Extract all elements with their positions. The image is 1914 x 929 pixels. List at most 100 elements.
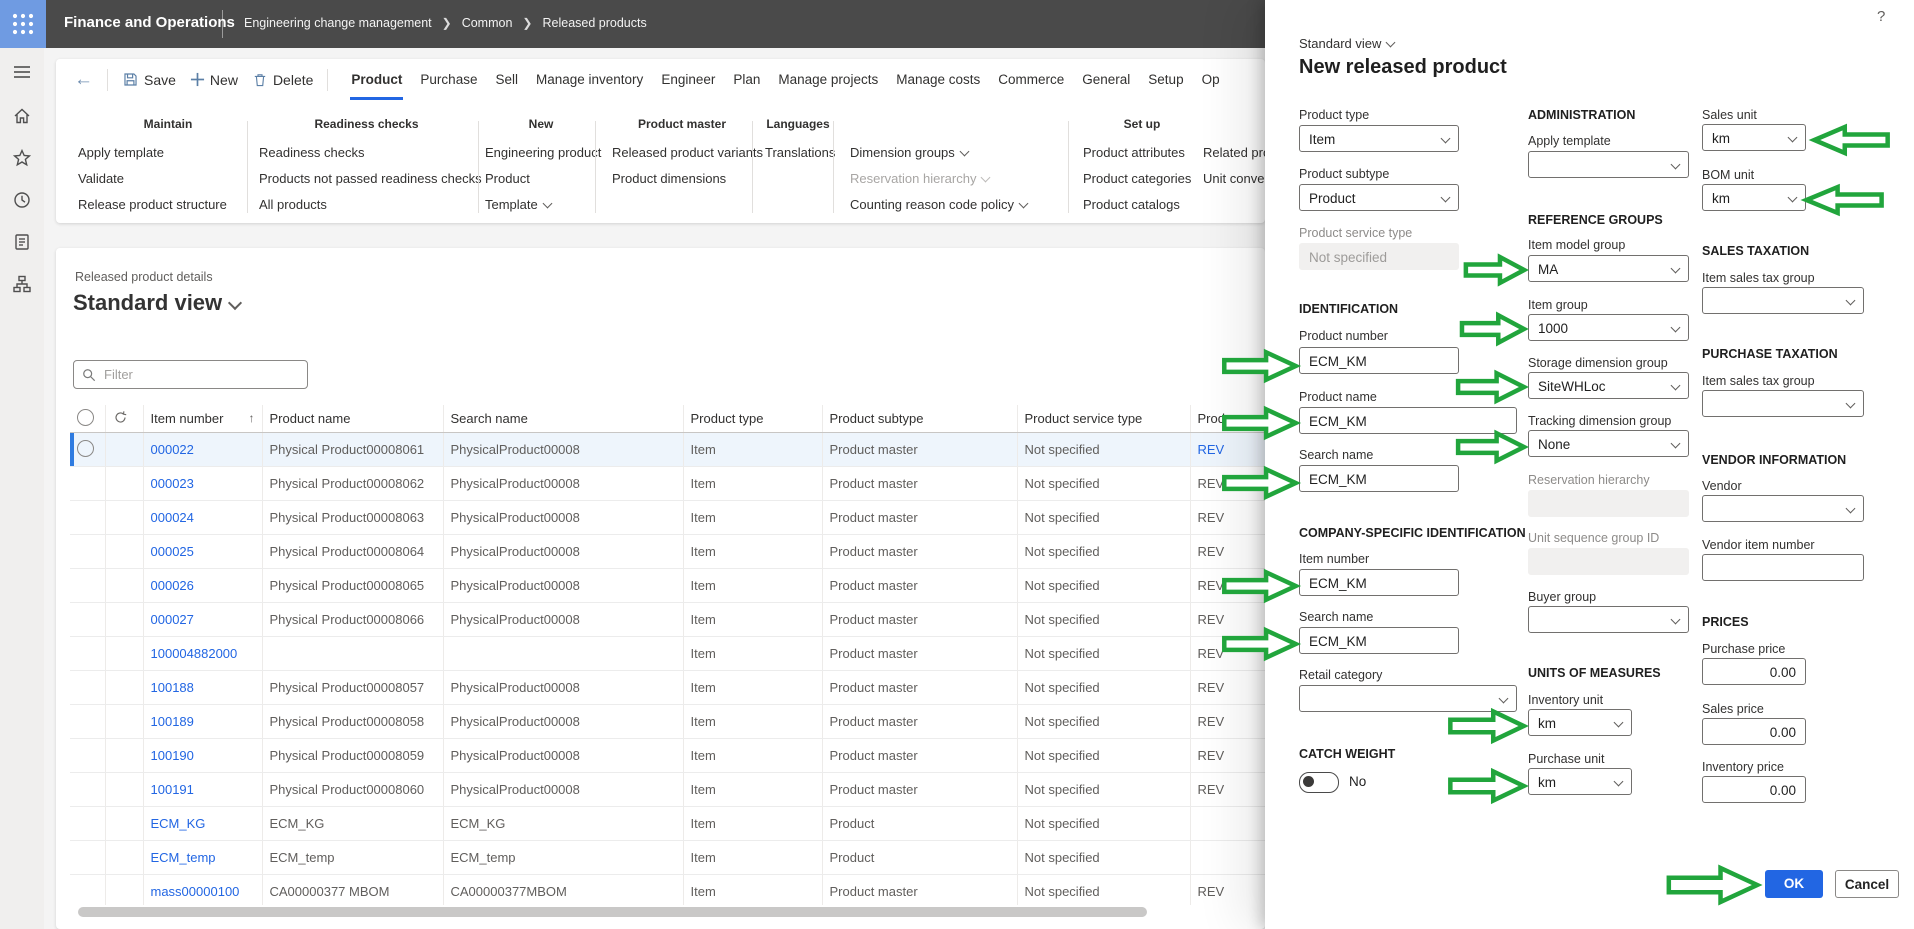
filter-input[interactable] <box>102 366 266 383</box>
new-button[interactable]: New <box>190 72 238 88</box>
row-selector-cell[interactable] <box>70 739 105 773</box>
refresh-cell[interactable] <box>105 405 143 433</box>
table-row[interactable]: 000022 Physical Product00008061 Physical… <box>70 433 1265 467</box>
purchase-price-input[interactable]: 0.00 <box>1702 658 1806 685</box>
column-header-search-name[interactable]: Search name <box>443 405 683 433</box>
worklist-icon[interactable] <box>12 232 32 252</box>
delete-button[interactable]: Delete <box>252 72 313 88</box>
item-number-link[interactable]: 100190 <box>143 739 262 773</box>
sales-price-input[interactable]: 0.00 <box>1702 718 1806 745</box>
ribbon-item-validate[interactable]: Validate <box>78 166 258 192</box>
action-pane-tab[interactable]: Manage inventory <box>527 59 652 100</box>
row-selector-cell[interactable] <box>70 501 105 535</box>
row-selector-cell[interactable] <box>70 535 105 569</box>
dialog-view-selector[interactable]: Standard view <box>1299 36 1394 51</box>
action-pane-tab[interactable]: Sell <box>486 59 527 100</box>
ribbon-item-readiness-checks[interactable]: Readiness checks <box>259 140 474 166</box>
item-number-link[interactable]: mass00000100 <box>143 875 262 906</box>
row-selector-cell[interactable] <box>70 807 105 841</box>
row-selector-cell[interactable] <box>70 705 105 739</box>
sales-unit-combo[interactable]: km <box>1702 124 1806 151</box>
ribbon-item-apply-template[interactable]: Apply template <box>78 140 258 166</box>
action-pane-tab[interactable]: Plan <box>724 59 769 100</box>
column-header-product-subtype[interactable]: Product subtype <box>822 405 1017 433</box>
hamburger-menu-icon[interactable] <box>12 62 32 82</box>
action-pane-tab[interactable]: Op <box>1193 59 1229 100</box>
ribbon-item-dimension-groups[interactable]: Dimension groups <box>850 140 1058 166</box>
row-selector-cell[interactable] <box>70 875 105 906</box>
product-type-combo[interactable]: Item <box>1299 125 1459 152</box>
hierarchy-icon[interactable] <box>12 274 32 294</box>
product-number-input[interactable]: ECM_KM <box>1299 347 1459 374</box>
row-selector-cell[interactable] <box>70 841 105 875</box>
vendor-item-number-input[interactable] <box>1702 554 1864 581</box>
item-number-link[interactable]: 000024 <box>143 501 262 535</box>
breadcrumb-module[interactable]: Engineering change management <box>244 16 432 30</box>
help-icon[interactable]: ? <box>1877 8 1885 25</box>
ribbon-item-product-catalogs[interactable]: Product catalogs <box>1083 192 1201 218</box>
ok-button[interactable]: OK <box>1765 870 1823 898</box>
item-number-input[interactable]: ECM_KM <box>1299 569 1459 596</box>
table-row[interactable]: 100191 Physical Product00008060 Physical… <box>70 773 1265 807</box>
column-header-product-name[interactable]: Product name <box>262 405 443 433</box>
item-number-link[interactable]: 100188 <box>143 671 262 705</box>
select-all-radio[interactable] <box>77 409 94 426</box>
company-search-name-input[interactable]: ECM_KM <box>1299 627 1459 654</box>
item-number-link[interactable]: ECM_temp <box>143 841 262 875</box>
item-number-link[interactable]: 000026 <box>143 569 262 603</box>
storage-dimension-group-combo[interactable]: SiteWHLoc <box>1528 372 1689 399</box>
view-selector[interactable]: Standard view <box>73 290 240 316</box>
ribbon-item-engineering-product[interactable]: Engineering product <box>485 140 597 166</box>
tracking-dimension-group-combo[interactable]: None <box>1528 430 1689 457</box>
table-row[interactable]: 100189 Physical Product00008058 Physical… <box>70 705 1265 739</box>
row-selector-cell[interactable] <box>70 637 105 671</box>
table-row[interactable]: 000023 Physical Product00008062 Physical… <box>70 467 1265 501</box>
column-header-product-service-type[interactable]: Product service type <box>1017 405 1190 433</box>
buyer-group-combo[interactable] <box>1528 606 1689 633</box>
product-subtype-combo[interactable]: Product <box>1299 184 1459 211</box>
table-row[interactable]: 000026 Physical Product00008065 Physical… <box>70 569 1265 603</box>
item-number-link[interactable]: 000025 <box>143 535 262 569</box>
row-selector-cell[interactable] <box>70 671 105 705</box>
action-pane-tab[interactable]: Manage costs <box>887 59 989 100</box>
ribbon-item-product-categories[interactable]: Product categories <box>1083 166 1201 192</box>
ribbon-item-product-dimensions[interactable]: Product dimensions <box>612 166 752 192</box>
purchase-item-sales-tax-group-combo[interactable] <box>1702 390 1864 417</box>
ribbon-item-translations[interactable]: Translations <box>765 140 831 166</box>
ribbon-item-product[interactable]: Product <box>485 166 597 192</box>
table-row[interactable]: 100004882000 Item Product master Not spe… <box>70 637 1265 671</box>
search-name-input[interactable]: ECM_KM <box>1299 465 1459 492</box>
action-pane-tab[interactable]: Engineer <box>652 59 724 100</box>
item-model-group-combo[interactable]: MA <box>1528 255 1689 282</box>
row-selector-cell[interactable] <box>70 603 105 637</box>
action-pane-tab[interactable]: Product <box>342 59 411 100</box>
table-row[interactable]: ECM_temp ECM_temp ECM_temp Item Product … <box>70 841 1265 875</box>
row-selector-cell[interactable] <box>70 467 105 501</box>
action-pane-tab[interactable]: Commerce <box>989 59 1073 100</box>
item-number-link[interactable]: 100189 <box>143 705 262 739</box>
action-pane-tab[interactable]: Purchase <box>411 59 486 100</box>
item-number-link[interactable]: ECM_KG <box>143 807 262 841</box>
table-row[interactable]: mass00000100 CA00000377 MBOM CA00000377M… <box>70 875 1265 906</box>
table-row[interactable]: 000025 Physical Product00008064 Physical… <box>70 535 1265 569</box>
home-icon[interactable] <box>12 106 32 126</box>
apply-template-combo[interactable] <box>1528 151 1689 178</box>
item-number-link[interactable]: 100191 <box>143 773 262 807</box>
item-number-link[interactable]: 000027 <box>143 603 262 637</box>
breadcrumb-area[interactable]: Common <box>462 16 513 30</box>
bom-unit-combo[interactable]: km <box>1702 184 1806 211</box>
row-radio[interactable] <box>77 440 94 457</box>
purchase-unit-combo[interactable]: km <box>1528 768 1632 795</box>
inventory-price-input[interactable]: 0.00 <box>1702 776 1806 803</box>
table-row[interactable]: 100190 Physical Product00008059 Physical… <box>70 739 1265 773</box>
item-number-link[interactable]: 000023 <box>143 467 262 501</box>
table-row[interactable]: ECM_KG ECM_KG ECM_KG Item Product Not sp… <box>70 807 1265 841</box>
inventory-unit-combo[interactable]: km <box>1528 709 1632 736</box>
action-pane-tab[interactable]: General <box>1073 59 1139 100</box>
app-launcher-icon[interactable] <box>0 0 46 48</box>
row-selector-cell[interactable] <box>70 569 105 603</box>
row-selector-cell[interactable] <box>70 433 105 467</box>
horizontal-scrollbar[interactable] <box>78 907 1147 917</box>
breadcrumb-page[interactable]: Released products <box>542 16 646 30</box>
favorites-star-icon[interactable] <box>12 148 32 168</box>
